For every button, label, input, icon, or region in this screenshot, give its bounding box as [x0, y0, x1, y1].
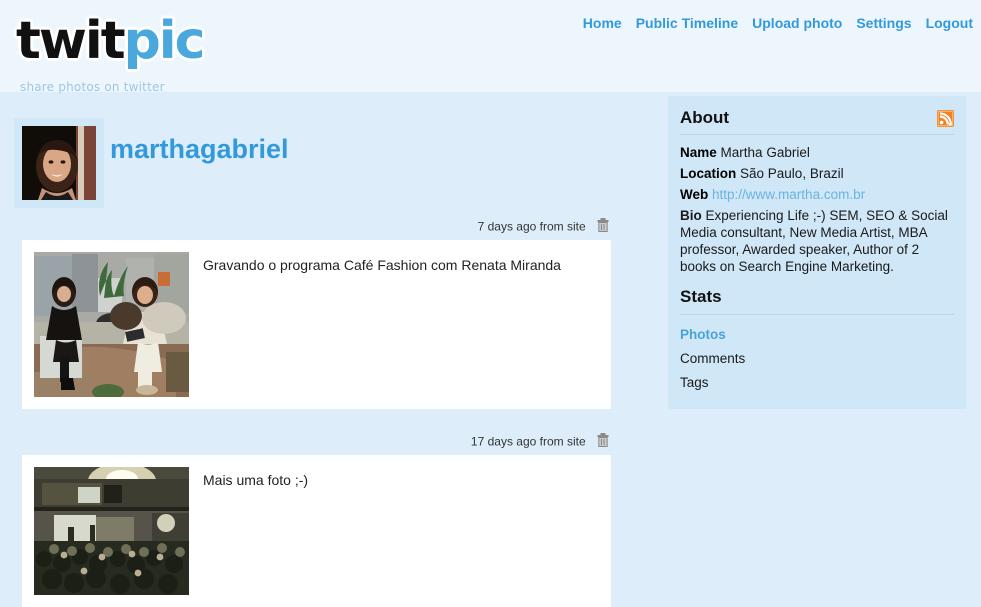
stats-item-tags[interactable]: Tags: [680, 371, 954, 395]
post-timestamp: 17 days ago from site: [470, 434, 586, 449]
profile-username[interactable]: marthagabriel: [110, 134, 289, 165]
main-navigation: Home Public Timeline Upload photo Settin…: [583, 15, 973, 31]
site-header: twitpic share photos on twitter Home Pub…: [0, 0, 981, 94]
post-photo-2: [34, 467, 189, 595]
about-sidebar: About Name Martha Gabriel Location São P…: [668, 96, 966, 409]
post-item: 7 days ago from site Gravando o programa…: [22, 218, 611, 409]
logo-text-pic: pic: [123, 11, 206, 71]
avatar-image: [22, 126, 96, 200]
about-name-label: Name: [680, 145, 717, 160]
post-meta: 17 days ago from site: [22, 433, 611, 455]
rss-icon[interactable]: [937, 110, 954, 132]
about-location-row: Location São Paulo, Brazil: [680, 164, 954, 183]
stats-item-comments[interactable]: Comments: [680, 347, 954, 371]
nav-home[interactable]: Home: [583, 15, 622, 31]
post-timestamp: 7 days ago from site: [477, 219, 586, 234]
about-web-link[interactable]: http://www.martha.com.br: [712, 187, 865, 202]
stats-divider: [680, 314, 954, 315]
nav-logout[interactable]: Logout: [926, 15, 973, 31]
nav-public-timeline[interactable]: Public Timeline: [636, 15, 738, 31]
stats-heading: Stats: [680, 287, 722, 306]
post-spacer: [22, 409, 611, 433]
about-web-row: Web http://www.martha.com.br: [680, 185, 954, 204]
post-card: Mais uma foto ;-): [22, 455, 611, 607]
about-divider: [680, 134, 954, 135]
nav-upload-photo[interactable]: Upload photo: [752, 15, 842, 31]
nav-settings[interactable]: Settings: [856, 15, 911, 31]
about-bio-row: Bio Experiencing Life ;-) SEM, SEO & Soc…: [680, 207, 954, 275]
site-logo[interactable]: twitpic share photos on twitter: [8, 8, 258, 94]
post-card: Gravando o programa Café Fashion com Ren…: [22, 240, 611, 409]
photo-feed: 7 days ago from site Gravando o programa…: [22, 218, 611, 607]
logo-wordmark: twitpic: [16, 11, 206, 71]
logo-tagline: share photos on twitter: [20, 80, 165, 94]
post-thumbnail[interactable]: [34, 467, 189, 595]
profile-header: marthagabriel: [10, 112, 510, 208]
logo-text-twit: twit: [16, 11, 126, 71]
avatar[interactable]: [14, 118, 104, 208]
about-name-value: Martha Gabriel: [720, 145, 810, 160]
about-title-text: About: [680, 108, 730, 127]
post-caption: Mais uma foto ;-): [203, 472, 309, 488]
trash-icon[interactable]: [597, 218, 609, 235]
about-web-label: Web: [680, 187, 709, 202]
about-location-value: São Paulo, Brazil: [740, 166, 844, 181]
about-bio-value: Experiencing Life ;-) SEM, SEO & Social …: [680, 208, 948, 274]
stats-item-photos[interactable]: Photos: [680, 323, 954, 347]
post-caption: Gravando o programa Café Fashion com Ren…: [203, 257, 561, 273]
about-name-row: Name Martha Gabriel: [680, 143, 954, 162]
about-heading: About: [680, 108, 954, 128]
about-location-label: Location: [680, 166, 737, 181]
post-photo-1: [34, 252, 189, 397]
post-thumbnail[interactable]: [34, 252, 189, 397]
post-meta: 7 days ago from site: [22, 218, 611, 240]
about-bio-label: Bio: [680, 208, 702, 223]
trash-icon[interactable]: [597, 433, 609, 450]
